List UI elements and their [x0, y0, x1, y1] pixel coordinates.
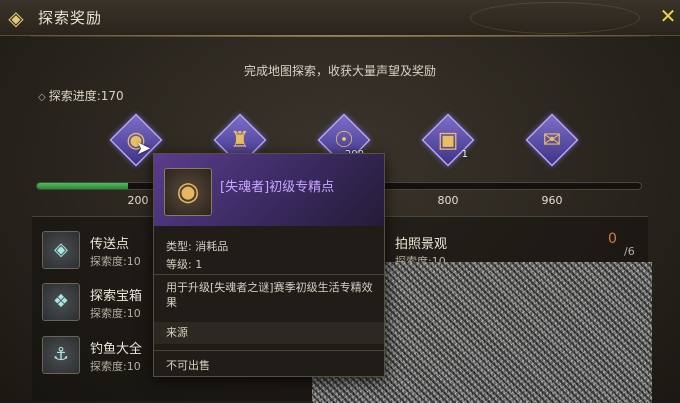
scroll-icon: ✉ — [542, 127, 562, 153]
title-divider — [30, 35, 650, 37]
progress-bar-fill — [37, 183, 128, 189]
chest-icon: ❖ — [42, 283, 80, 321]
tooltip-divider — [154, 274, 384, 275]
item-description: 用于升级[失魂者之谜]赛季初级生活专精效果 — [166, 281, 373, 309]
category-progress: 探索度:10 — [90, 360, 141, 373]
diamond-bullet-icon: ◇ — [38, 92, 46, 103]
counter-total-value: 6 — [627, 245, 635, 258]
progress-text: 探索进度:170 — [48, 89, 124, 103]
exploration-reward-window: ◈ 探索奖励 ✕ 完成地图探索，收获大量声望及奖励 ◇ 探索进度:170 ◉ ♜ … — [0, 0, 680, 403]
reward-count: 1 — [461, 149, 468, 160]
item-type: 类型: 消耗品 — [166, 240, 229, 253]
source-section[interactable]: 来源 — [154, 322, 384, 344]
milestone-value: 200 — [127, 194, 149, 207]
milestone-value: 960 — [541, 194, 563, 207]
window-title: 探索奖励 — [38, 9, 103, 27]
item-level: 等级: 1 — [166, 258, 203, 271]
diamond-logo-icon: ◈ — [8, 6, 24, 30]
category-name: 传送点 — [90, 237, 130, 252]
counter-current: 0 — [608, 231, 617, 247]
coin-medal-icon: ◉ — [164, 168, 212, 216]
category-progress: 探索度:10 — [90, 307, 141, 320]
counter-total: /6 — [624, 245, 635, 258]
close-icon[interactable]: ✕ — [656, 4, 680, 28]
tooltip-title: [失魂者]初级专精点 — [220, 180, 335, 195]
milestone-value: 800 — [437, 194, 459, 207]
exploration-progress-label: ◇ 探索进度:170 — [38, 87, 124, 104]
milestone-reward[interactable]: ▣ 1 — [421, 113, 475, 167]
sale-status: 不可出售 — [166, 359, 210, 372]
subtitle: 完成地图探索，收获大量声望及奖励 — [243, 64, 436, 78]
title-bar: ◈ 探索奖励 ✕ — [0, 0, 680, 36]
fishing-icon: ⚓ — [42, 336, 80, 374]
tooltip-header: ◉ [失魂者]初级专精点 — [154, 154, 384, 226]
title-ornament — [470, 2, 640, 34]
item-tooltip: ◉ [失魂者]初级专精点 类型: 消耗品 等级: 1 用于升级[失魂者之谜]赛季… — [153, 153, 385, 377]
category-name: 拍照景观 — [395, 237, 448, 252]
photo-counter: 0 /6 — [608, 231, 644, 263]
teleport-icon: ◈ — [42, 231, 80, 269]
category-progress: 探索度:10 — [90, 255, 141, 268]
category-name: 钓鱼大全 — [90, 342, 143, 357]
category-name: 探索宝箱 — [90, 289, 143, 304]
mouse-cursor-icon: ➤ — [136, 138, 152, 159]
milestone-reward[interactable]: ✉ — [525, 113, 579, 167]
tooltip-divider — [154, 350, 384, 351]
